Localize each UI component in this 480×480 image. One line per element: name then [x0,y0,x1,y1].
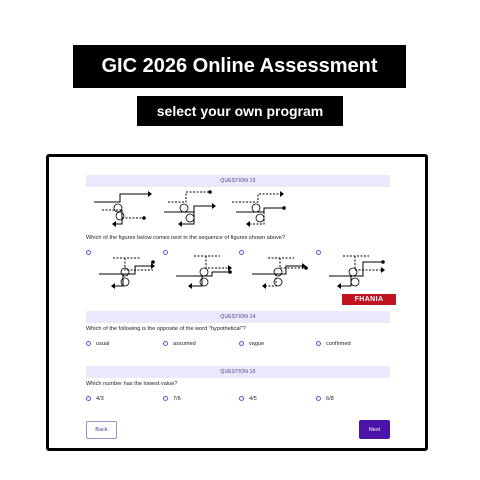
program-subtitle-banner: select your own program [137,96,343,126]
q13-option-c-figure [248,250,310,292]
q14-option-assumed-radio[interactable] [163,341,168,346]
q14-option-vague-radio[interactable] [239,341,244,346]
sequence-figure-3 [228,188,288,228]
sequence-figure-2 [160,188,220,228]
q15-option-4-3-radio[interactable] [86,396,91,401]
question-13-header: QUESTION 13 [86,175,390,187]
q13-option-a-figure [95,250,157,292]
q13-option-c-radio[interactable] [239,250,244,255]
question-14-header: QUESTION 14 [86,311,390,323]
q14-option-vague-label[interactable]: vague [249,341,264,347]
q13-option-b-figure [172,250,234,292]
question-14-text: Which of the following is the opposite o… [86,326,246,332]
q15-option-6-8-label[interactable]: 6/8 [326,396,334,402]
sequence-figure-1 [92,188,152,228]
q15-option-4-5-radio[interactable] [239,396,244,401]
q14-option-confirmed-radio[interactable] [316,341,321,346]
question-13-text: Which of the figures below comes next in… [86,235,286,241]
q13-option-b-radio[interactable] [163,250,168,255]
q15-option-6-8-radio[interactable] [316,396,321,401]
q14-option-confirmed-label[interactable]: confirmed [326,341,351,347]
assessment-title-banner: GIC 2026 Online Assessment [73,45,406,88]
question-15-header: QUESTION 15 [86,366,390,378]
next-button[interactable]: Next [359,420,390,439]
q14-option-assumed-label[interactable]: assumed [173,341,196,347]
q14-option-usual-label[interactable]: usual [96,341,109,347]
q15-option-4-3-label[interactable]: 4/3 [96,396,104,402]
q15-option-7-6-radio[interactable] [163,396,168,401]
q13-option-a-radio[interactable] [86,250,91,255]
question-15-text: Which number has the lowest value? [86,381,178,387]
q15-option-7-6-label[interactable]: 7/6 [173,396,181,402]
back-button[interactable]: Back [86,421,117,439]
q14-option-usual-radio[interactable] [86,341,91,346]
brand-logo: FHANIA [342,294,396,305]
q13-option-d-figure [325,250,387,292]
q13-option-d-radio[interactable] [316,250,321,255]
q15-option-4-5-label[interactable]: 4/5 [249,396,257,402]
